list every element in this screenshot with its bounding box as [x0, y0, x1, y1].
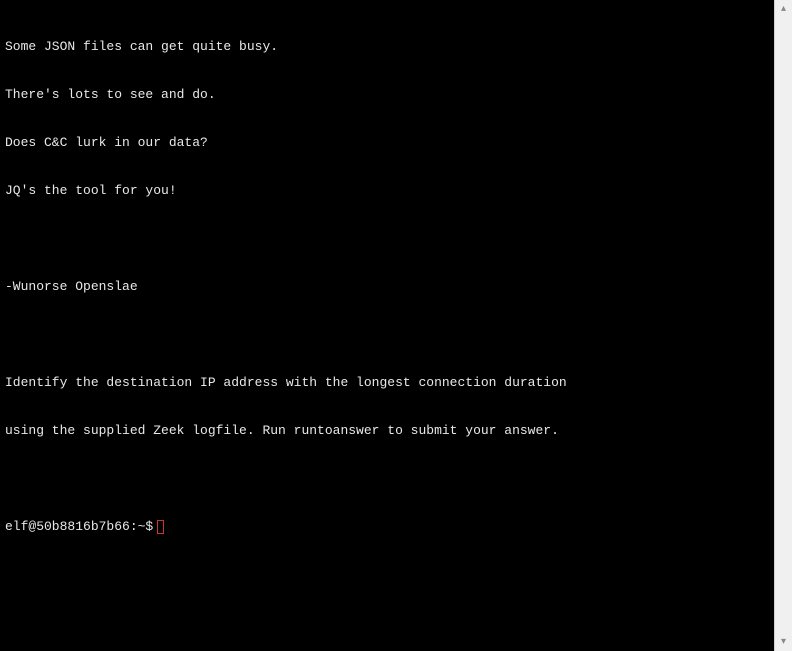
- scroll-down-arrow-icon[interactable]: ▾: [775, 633, 792, 651]
- cursor-icon: [157, 520, 164, 534]
- terminal-line: JQ's the tool for you!: [5, 183, 769, 199]
- scroll-up-arrow-icon[interactable]: ▴: [775, 0, 792, 18]
- terminal-blank-line: [5, 327, 769, 343]
- terminal-line: Does C&C lurk in our data?: [5, 135, 769, 151]
- terminal-blank-line: [5, 471, 769, 487]
- terminal-output-area[interactable]: Some JSON files can get quite busy. Ther…: [1, 1, 773, 650]
- terminal-line: using the supplied Zeek logfile. Run run…: [5, 423, 769, 439]
- terminal-window: Some JSON files can get quite busy. Ther…: [0, 0, 774, 651]
- terminal-line: Some JSON files can get quite busy.: [5, 39, 769, 55]
- terminal-line: Identify the destination IP address with…: [5, 375, 769, 391]
- terminal-blank-line: [5, 231, 769, 247]
- terminal-prompt: elf@50b8816b7b66:~$: [5, 519, 153, 535]
- vertical-scrollbar[interactable]: ▴ ▾: [774, 0, 792, 651]
- terminal-prompt-line[interactable]: elf@50b8816b7b66:~$: [5, 519, 769, 535]
- terminal-line: There's lots to see and do.: [5, 87, 769, 103]
- terminal-line: -Wunorse Openslae: [5, 279, 769, 295]
- scroll-track[interactable]: [775, 18, 792, 633]
